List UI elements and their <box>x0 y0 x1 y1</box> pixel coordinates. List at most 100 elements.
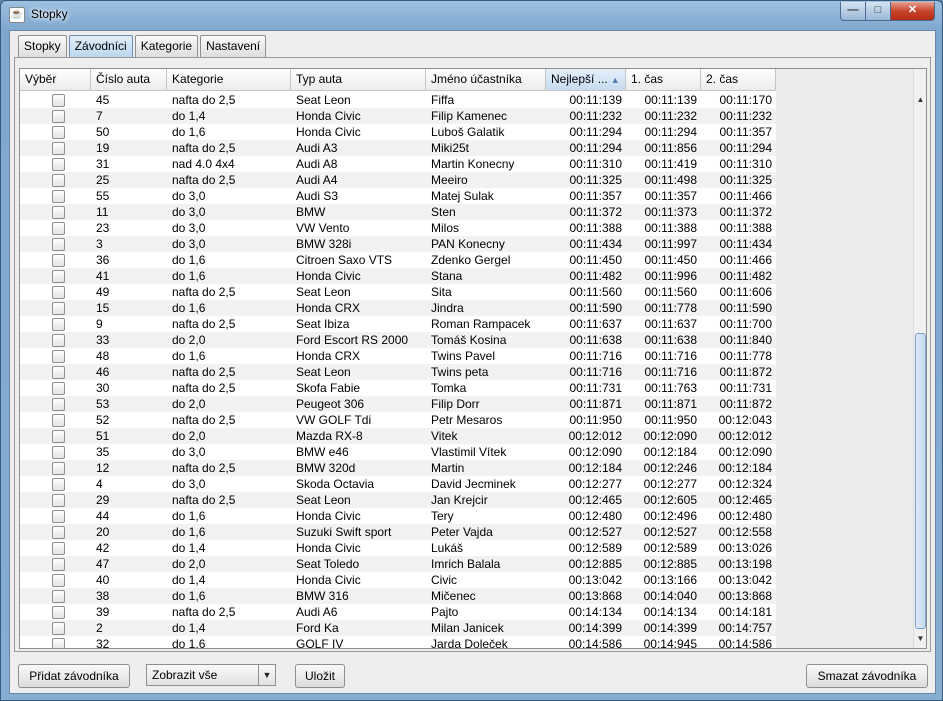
col-header-typ-auta[interactable]: Typ auta <box>291 69 426 91</box>
select-checkbox[interactable] <box>51 205 65 219</box>
delete-racer-button[interactable]: Smazat závodníka <box>806 664 928 688</box>
table-row[interactable]: 23 do 3,0 VW Vento Milos 00:11:388 00:11:388 0… <box>20 220 776 236</box>
col-header-kategorie[interactable]: Kategorie <box>167 69 291 91</box>
table-row[interactable]: 50 do 1,6 Honda Civic Luboš Galatik 00:11:29… <box>20 124 776 140</box>
select-checkbox[interactable] <box>51 397 65 411</box>
table-row[interactable]: 39 nafta do 2,5 Audi A6 Pajto 00:14:134 00:14… <box>20 604 776 620</box>
table-row[interactable]: 3 do 3,0 BMW 328i PAN Konecny 00:11:434 00:11… <box>20 236 776 252</box>
table-row[interactable]: 12 nafta do 2,5 BMW 320d Martin 00:12:184 00:… <box>20 460 776 476</box>
save-button[interactable]: Uložit <box>295 664 345 688</box>
select-checkbox[interactable] <box>51 573 65 587</box>
scrollbar-thumb[interactable] <box>915 333 926 629</box>
select-checkbox[interactable] <box>51 365 65 379</box>
table-row[interactable]: 44 do 1,6 Honda Civic Tery 00:12:480 00:12:49… <box>20 508 776 524</box>
table-row[interactable]: 33 do 2,0 Ford Escort RS 2000 Tomáš Kosina 0… <box>20 332 776 348</box>
select-checkbox[interactable] <box>51 125 65 139</box>
table-row[interactable]: 9 nafta do 2,5 Seat Ibiza Roman Rampacek 00:… <box>20 316 776 332</box>
select-checkbox[interactable] <box>51 221 65 235</box>
select-checkbox[interactable] <box>51 317 65 331</box>
col-header-nejlepsi[interactable]: Nejlepší ... ▲ <box>546 69 626 91</box>
col-header-jmeno[interactable]: Jméno účastníka <box>426 69 546 91</box>
select-checkbox[interactable] <box>51 541 65 555</box>
select-checkbox[interactable] <box>51 349 65 363</box>
cell-vyber <box>20 492 91 508</box>
minimize-button[interactable]: — <box>840 2 866 21</box>
vertical-scrollbar[interactable]: ▲ ▼ <box>913 69 926 648</box>
select-checkbox[interactable] <box>51 253 65 267</box>
tab-stopky[interactable]: Stopky <box>18 35 67 57</box>
select-checkbox[interactable] <box>51 333 65 347</box>
select-checkbox[interactable] <box>51 269 65 283</box>
select-checkbox[interactable] <box>51 381 65 395</box>
select-checkbox[interactable] <box>51 301 65 315</box>
tab-nastaveni[interactable]: Nastavení <box>200 35 267 57</box>
select-checkbox[interactable] <box>51 477 65 491</box>
select-checkbox[interactable] <box>51 621 65 635</box>
table-row[interactable]: 20 do 1,6 Suzuki Swift sport Peter Vajda 00:… <box>20 524 776 540</box>
select-checkbox[interactable] <box>51 189 65 203</box>
table-row[interactable]: 51 do 2,0 Mazda RX-8 Vitek 00:12:012 00:12:09… <box>20 428 776 444</box>
select-checkbox[interactable] <box>51 557 65 571</box>
table-row[interactable]: 45 nafta do 2,5 Seat Leon Fiffa 00:11:139 00:… <box>20 92 776 108</box>
table-row[interactable]: 30 nafta do 2,5 Skofa Fabie Tomka 00:11:731 0… <box>20 380 776 396</box>
select-checkbox[interactable] <box>51 509 65 523</box>
select-checkbox[interactable] <box>51 429 65 443</box>
table-row[interactable]: 15 do 1,6 Honda CRX Jindra 00:11:590 00:11:77… <box>20 300 776 316</box>
table-row[interactable]: 38 do 1,6 BMW 316 Mičenec 00:13:868 00:14:040… <box>20 588 776 604</box>
tab-zavodnici[interactable]: Závodníci <box>68 35 133 57</box>
cell-nejlepsi-cas: 00:12:885 <box>568 557 622 571</box>
table-row[interactable]: 47 do 2,0 Seat Toledo Imrich Balala 00:12:88… <box>20 556 776 572</box>
table-row[interactable]: 25 nafta do 2,5 Audi A4 Meeiro 00:11:325 00:1… <box>20 172 776 188</box>
table-row[interactable]: 36 do 1,6 Citroen Saxo VTS Zdenko Gergel 00:… <box>20 252 776 268</box>
table-row[interactable]: 42 do 1,4 Honda Civic Lukáš 00:12:589 00:12:5… <box>20 540 776 556</box>
table-row[interactable]: 46 nafta do 2,5 Seat Leon Twins peta 00:11:7… <box>20 364 776 380</box>
title-bar[interactable]: ☕ Stopky — □ ✕ <box>1 1 942 29</box>
col-header-cas-2[interactable]: 2. čas <box>701 69 776 91</box>
select-checkbox[interactable] <box>51 525 65 539</box>
select-checkbox[interactable] <box>51 589 65 603</box>
chevron-down-icon[interactable]: ▼ <box>258 665 275 685</box>
table-row[interactable]: 7 do 1,4 Honda Civic Filip Kamenec 00:11:232… <box>20 108 776 124</box>
select-checkbox[interactable] <box>51 605 65 619</box>
table-row[interactable]: 11 do 3,0 BMW Sten 00:11:372 00:11:373 00:11:3… <box>20 204 776 220</box>
table-row[interactable]: 31 nad 4.0 4x4 Audi A8 Martin Konecny 00:11:… <box>20 156 776 172</box>
select-checkbox[interactable] <box>51 445 65 459</box>
tab-kategorie[interactable]: Kategorie <box>134 35 199 57</box>
select-checkbox[interactable] <box>51 109 65 123</box>
col-header-vyber[interactable]: Výběr <box>20 69 91 91</box>
table-row[interactable]: 40 do 1,4 Honda Civic Civic 00:13:042 00:13:1… <box>20 572 776 588</box>
select-checkbox[interactable] <box>51 285 65 299</box>
table-row[interactable]: 29 nafta do 2,5 Seat Leon Jan Krejcir 00:12:… <box>20 492 776 508</box>
table-row[interactable]: 48 do 1,6 Honda CRX Twins Pavel 00:11:716 00:… <box>20 348 776 364</box>
col-header-cislo-auta[interactable]: Číslo auta <box>91 69 167 91</box>
filter-select[interactable]: Zobrazit vše ▼ <box>146 664 276 686</box>
add-racer-button[interactable]: Přidat závodníka <box>18 664 130 688</box>
select-checkbox[interactable] <box>51 493 65 507</box>
table-row[interactable]: 55 do 3,0 Audi S3 Matej Sulak 00:11:357 00:11… <box>20 188 776 204</box>
select-checkbox[interactable] <box>51 157 65 171</box>
select-checkbox[interactable] <box>51 93 65 107</box>
col-header-cas-1[interactable]: 1. čas <box>626 69 701 91</box>
close-button[interactable]: ✕ <box>890 2 935 21</box>
scroll-down-icon[interactable]: ▼ <box>914 631 926 647</box>
select-checkbox[interactable] <box>51 413 65 427</box>
table-row[interactable]: 32 do 1,6 GOLF IV Jarda Doleček 00:14:586 00:… <box>20 636 776 648</box>
table-row[interactable]: 41 do 1,6 Honda Civic Stana 00:11:482 00:11:9… <box>20 268 776 284</box>
cell-cas-2: 00:12:043 <box>718 413 772 427</box>
select-checkbox[interactable] <box>51 237 65 251</box>
table-row[interactable]: 4 do 3,0 Skoda Octavia David Jecminek 00:12:… <box>20 476 776 492</box>
maximize-button[interactable]: □ <box>865 2 891 21</box>
cell-kategorie: do 3,0 <box>172 189 206 203</box>
cell-cas-2: 00:11:606 <box>719 285 773 299</box>
select-checkbox[interactable] <box>51 461 65 475</box>
table-row[interactable]: 35 do 3,0 BMW e46 Vlastimil Vítek 00:12:090 0… <box>20 444 776 460</box>
select-checkbox[interactable] <box>51 141 65 155</box>
table-row[interactable]: 49 nafta do 2,5 Seat Leon Sita 00:11:560 00:1… <box>20 284 776 300</box>
table-row[interactable]: 19 nafta do 2,5 Audi A3 Miki25t 00:11:294 00:… <box>20 140 776 156</box>
select-checkbox[interactable] <box>51 173 65 187</box>
table-row[interactable]: 52 nafta do 2,5 VW GOLF Tdi Petr Mesaros 00:… <box>20 412 776 428</box>
table-row[interactable]: 2 do 1,4 Ford Ka Milan Janicek 00:14:399 00:1… <box>20 620 776 636</box>
table-row[interactable]: 53 do 2,0 Peugeot 306 Filip Dorr 00:11:871 00… <box>20 396 776 412</box>
scroll-up-icon[interactable]: ▲ <box>914 92 926 108</box>
select-checkbox[interactable] <box>51 637 65 648</box>
